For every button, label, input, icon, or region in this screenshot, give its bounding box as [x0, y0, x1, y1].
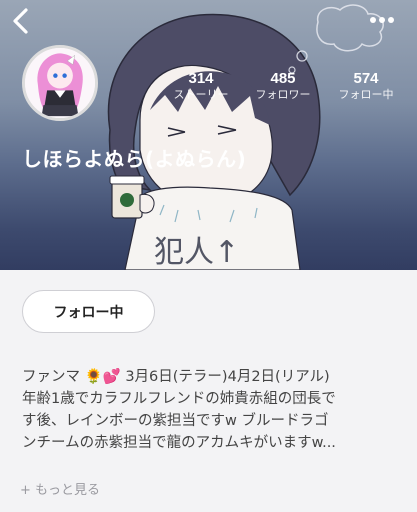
cover-illustration: 犯人↑: [107, 4, 384, 270]
back-button[interactable]: [8, 6, 34, 36]
stat-followers[interactable]: 485 フォロワー: [250, 70, 316, 103]
profile-cover: 犯人↑ 314 ストーリー 485 フォロワー 574 フォロー中 しほらよぬら…: [0, 0, 417, 270]
stat-stories[interactable]: 314 ストーリー: [170, 70, 232, 103]
show-more-link[interactable]: + もっと見る: [20, 479, 100, 498]
stat-stories-count: 314: [188, 70, 214, 87]
chevron-left-icon: [13, 8, 28, 34]
stat-following-label: フォロー中: [338, 88, 394, 101]
stat-followers-count: 485: [270, 70, 296, 87]
avatar[interactable]: [22, 45, 98, 121]
profile-details: フォロー中 ファンマ 🌻💕 3月6日(テラー)4月2日(リアル) 年齢1歳でカラ…: [0, 270, 417, 512]
stat-followers-label: フォロワー: [255, 88, 311, 101]
stat-following[interactable]: 574 フォロー中: [333, 70, 399, 103]
profile-name: しほらよぬら(よぬらん): [22, 147, 247, 171]
more-options-button[interactable]: [369, 8, 395, 32]
profile-bio: ファンマ 🌻💕 3月6日(テラー)4月2日(リアル) 年齢1歳でカラフルフレンド…: [22, 366, 400, 454]
stat-following-count: 574: [353, 70, 379, 87]
following-button[interactable]: フォロー中: [22, 290, 155, 333]
bio-line: す後、レインボーの紫担当ですw ブルードラゴ: [22, 413, 329, 429]
bio-line: ファンマ 🌻💕 3月6日(テラー)4月2日(リアル): [22, 369, 330, 385]
avatar-image: [25, 48, 95, 118]
bio-line: ンチームの赤紫担当で龍のアカムキがいますw...: [22, 435, 336, 451]
stat-stories-label: ストーリー: [173, 88, 229, 101]
handwriting-note: 犯人↑: [154, 235, 239, 270]
bio-line: 年齢1歳でカラフルフレンドの姉貴赤組の団長で: [22, 391, 336, 407]
more-horizontal-icon: [370, 17, 394, 23]
